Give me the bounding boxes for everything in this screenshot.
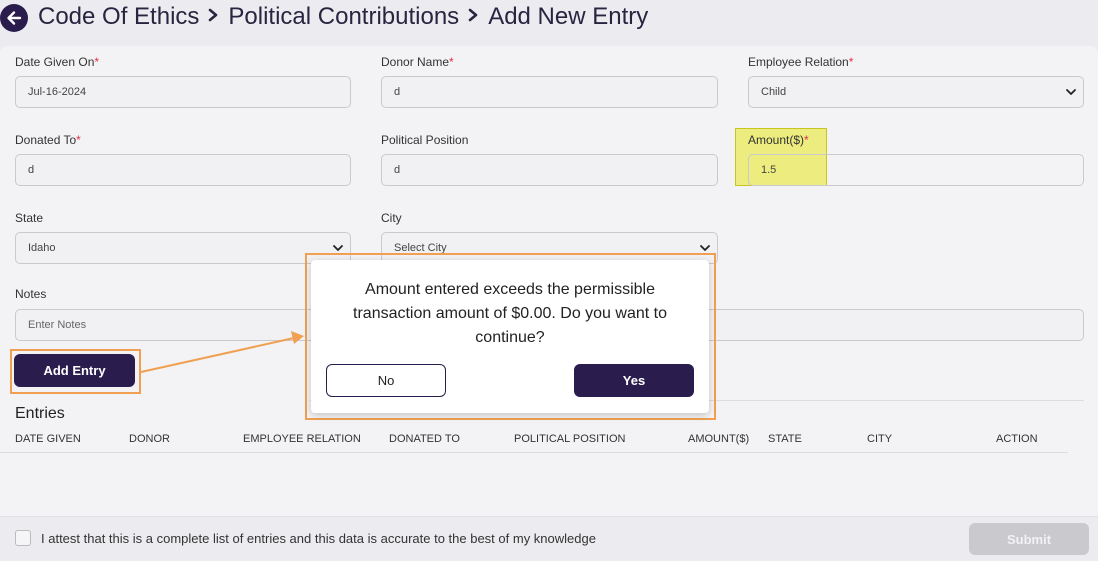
- state-label: State: [15, 211, 44, 225]
- add-entry-button[interactable]: Add Entry: [14, 354, 135, 387]
- attest-checkbox[interactable]: [15, 530, 31, 546]
- col-state: STATE: [768, 433, 802, 445]
- attest-text: I attest that this is a complete list of…: [41, 531, 596, 546]
- notes-label: Notes: [15, 287, 47, 301]
- table-header-divider: [0, 452, 1068, 453]
- amount-label: Amount($)*: [748, 133, 809, 147]
- col-political-position: POLITICAL POSITION: [514, 433, 626, 445]
- back-button[interactable]: [0, 4, 28, 32]
- breadcrumb-add-new-entry: Add New Entry: [488, 3, 649, 30]
- political-position-input[interactable]: d: [381, 154, 718, 186]
- donated-to-label: Donated To*: [15, 133, 81, 147]
- donor-name-input[interactable]: d: [381, 76, 718, 108]
- state-select[interactable]: Idaho: [15, 232, 351, 264]
- col-action: ACTION: [996, 433, 1038, 445]
- employee-relation-label: Employee Relation*: [748, 55, 854, 69]
- arrow-left-icon: [7, 11, 22, 25]
- confirm-dialog: Amount entered exceeds the permissible t…: [311, 260, 709, 413]
- donated-to-input[interactable]: d: [15, 154, 351, 186]
- col-donated-to: DONATED TO: [389, 433, 460, 445]
- col-donor: DONOR: [129, 433, 170, 445]
- chevron-right-icon: [207, 3, 219, 31]
- date-given-input[interactable]: Jul-16-2024: [15, 76, 351, 108]
- employee-relation-value: Child: [761, 86, 787, 98]
- footer-divider: [0, 516, 1098, 517]
- page-header: Code Of Ethics Political Contributions A…: [0, 0, 1098, 40]
- breadcrumb-code-of-ethics[interactable]: Code Of Ethics: [38, 3, 199, 31]
- col-city: CITY: [867, 433, 893, 445]
- submit-button[interactable]: Submit: [969, 523, 1089, 555]
- breadcrumb: Code Of Ethics Political Contributions A…: [38, 3, 648, 31]
- employee-relation-select[interactable]: Child: [748, 76, 1084, 108]
- donor-name-label: Donor Name*: [381, 55, 454, 69]
- col-date-given: DATE GIVEN: [15, 433, 81, 445]
- col-amount: AMOUNT($): [688, 433, 750, 445]
- dialog-message: Amount entered exceeds the permissible t…: [353, 281, 667, 346]
- political-position-label: Political Position: [381, 133, 469, 147]
- entries-title: Entries: [15, 405, 65, 422]
- amount-input[interactable]: 1.5: [748, 154, 1084, 186]
- chevron-down-icon: [1066, 89, 1076, 95]
- no-button[interactable]: No: [326, 364, 446, 397]
- state-value: Idaho: [28, 242, 56, 254]
- col-employee-relation: EMPLOYEE RELATION: [243, 433, 361, 445]
- chevron-right-icon: [467, 3, 479, 31]
- city-label: City: [381, 211, 402, 225]
- yes-button[interactable]: Yes: [574, 364, 694, 397]
- date-given-label: Date Given On*: [15, 55, 100, 69]
- breadcrumb-political-contributions[interactable]: Political Contributions: [228, 3, 459, 31]
